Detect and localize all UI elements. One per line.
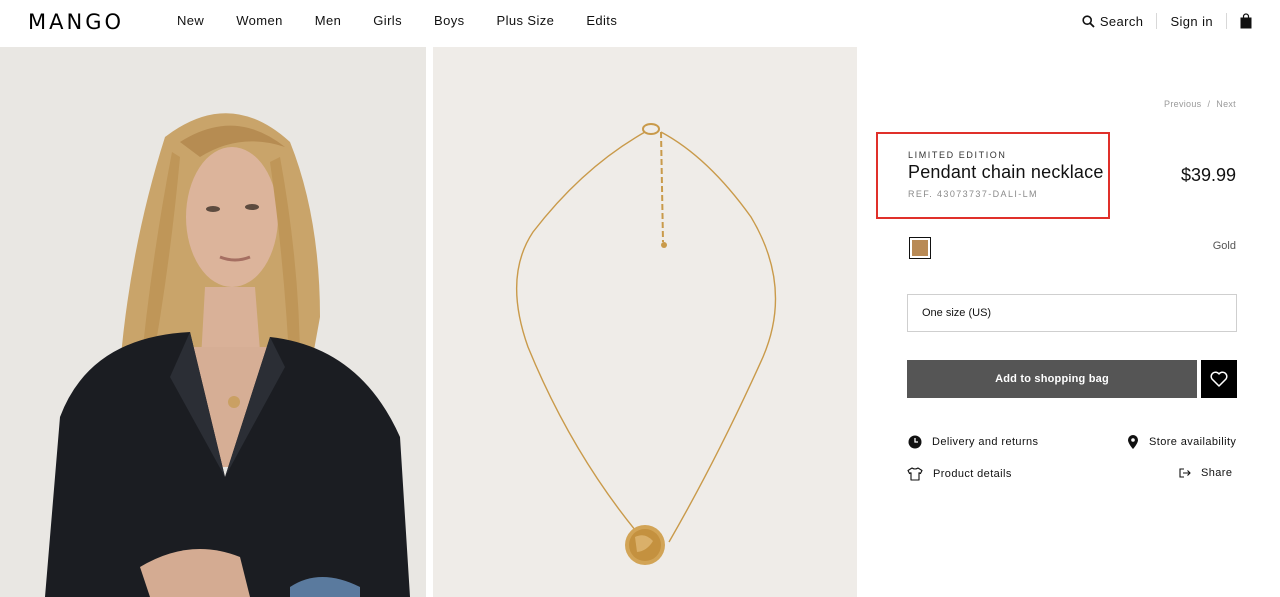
mango-logo[interactable]: MANGO [28,10,124,34]
color-swatch-gold[interactable] [909,237,931,259]
product-details-link[interactable]: Product details [907,467,1012,481]
share-icon [1179,468,1191,478]
product-panel: Previous / Next LIMITED EDITION Pendant ch… [857,47,1280,597]
store-availability-link[interactable]: Store availability [1127,435,1236,449]
product-title: Pendant chain necklace [908,162,1104,182]
necklace-illustration [433,47,857,597]
header-divider [1156,13,1158,29]
clock-icon [908,435,922,449]
size-selector[interactable]: One size (US) [907,294,1237,332]
nav-new[interactable]: New [177,13,204,28]
nav-men[interactable]: Men [315,13,342,28]
product-pager: Previous / Next [1164,99,1236,109]
store-label: Store availability [1149,436,1237,448]
delivery-returns-link[interactable]: Delivery and returns [908,435,1038,449]
sign-in-link[interactable]: Sign in [1170,14,1213,29]
nav-women[interactable]: Women [236,13,283,28]
product-price: $39.99 [1180,165,1236,185]
shirt-icon [907,467,923,481]
delivery-label: Delivery and returns [932,436,1039,448]
color-name: Gold [1212,240,1236,252]
product-reference: REF. 43073737-DALI-LM [908,189,1038,199]
wishlist-button[interactable] [1201,360,1237,398]
previous-link[interactable]: Previous [1164,99,1201,109]
pager-separator: / [1207,99,1211,109]
location-pin-icon [1128,435,1138,449]
search-button[interactable]: Search [1082,14,1144,29]
next-link[interactable]: Next [1216,99,1236,109]
header-divider [1226,13,1227,29]
shopping-bag-icon[interactable] [1240,13,1252,29]
edition-label: LIMITED EDITION [908,150,1007,160]
header-actions: Search Sign in [1082,11,1252,31]
site-header: MANGO New Women Men Girls Boys Plus Size… [0,0,1280,44]
add-to-bag-button[interactable]: Add to shopping bag [907,360,1197,398]
details-label: Product details [933,468,1012,480]
nav-girls[interactable]: Girls [373,13,402,28]
model-illustration [0,47,426,597]
nav-plus-size[interactable]: Plus Size [497,13,555,28]
search-icon [1082,14,1095,28]
share-link[interactable]: Share [1179,467,1232,479]
search-label: Search [1099,13,1144,29]
swatch-fill [912,240,928,256]
main-nav: New Women Men Girls Boys Plus Size Edits [177,13,649,28]
nav-edits[interactable]: Edits [586,13,617,28]
necklace-photo[interactable] [433,47,857,597]
heart-icon [1210,371,1228,387]
model-photo[interactable] [0,47,426,597]
nav-boys[interactable]: Boys [434,13,465,28]
share-label: Share [1201,467,1233,479]
